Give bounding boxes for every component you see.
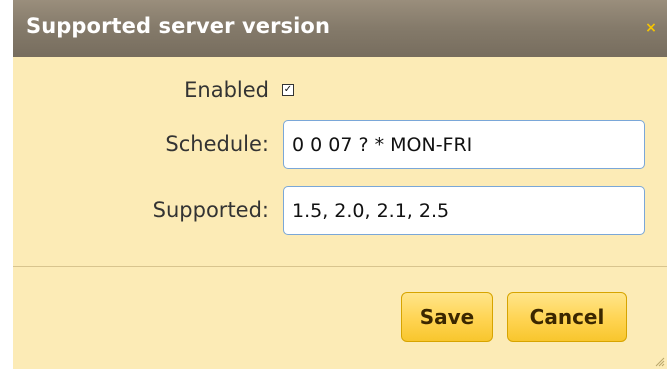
supported-label: Supported: bbox=[152, 198, 269, 222]
supported-server-version-dialog: Supported server version × Enabled ✓ Sch… bbox=[13, 0, 667, 369]
cancel-button[interactable]: Cancel bbox=[507, 292, 627, 342]
schedule-input[interactable] bbox=[283, 120, 645, 169]
enabled-label: Enabled bbox=[184, 78, 269, 102]
dialog-titlebar[interactable]: Supported server version × bbox=[13, 0, 667, 57]
enabled-checkbox[interactable]: ✓ bbox=[282, 84, 294, 96]
close-icon[interactable]: × bbox=[643, 20, 659, 36]
supported-input[interactable] bbox=[283, 186, 645, 235]
resize-grip-icon[interactable] bbox=[653, 355, 665, 367]
dialog-title: Supported server version bbox=[26, 14, 331, 38]
schedule-label: Schedule: bbox=[165, 132, 269, 156]
save-button[interactable]: Save bbox=[401, 292, 493, 342]
dialog-divider bbox=[13, 266, 667, 267]
